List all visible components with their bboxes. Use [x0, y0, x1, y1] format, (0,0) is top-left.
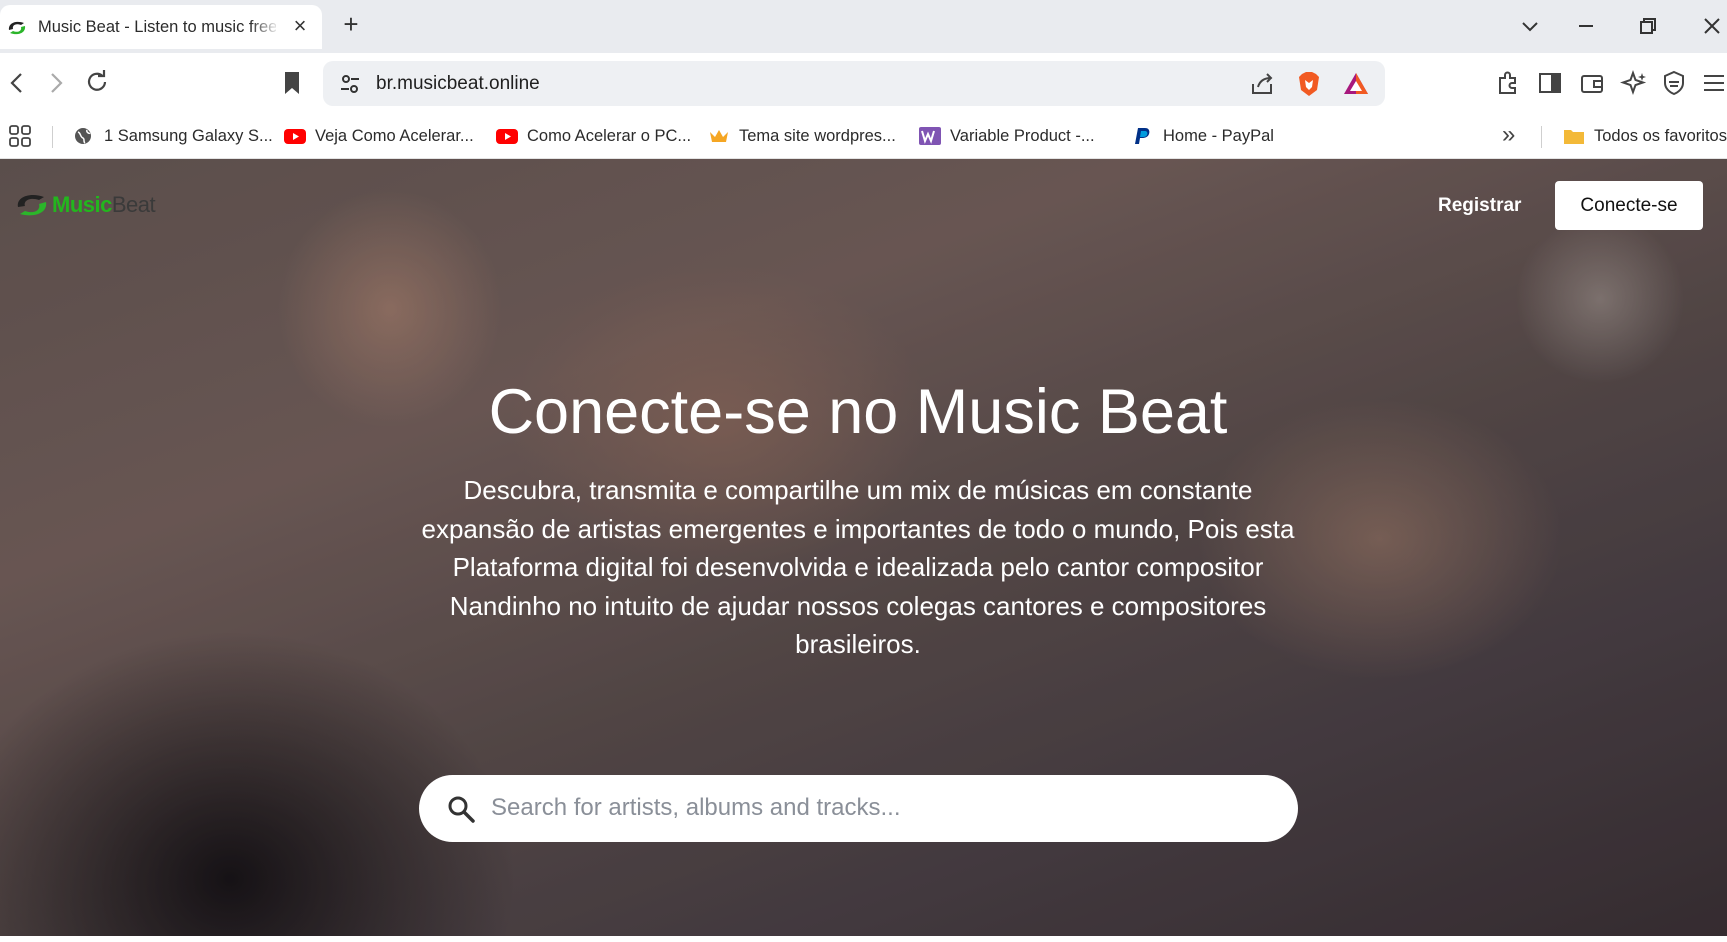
- logo-text-music: Music: [52, 192, 112, 217]
- bookmark-item[interactable]: Veja Como Acelerar...: [284, 123, 474, 149]
- tab-title: Music Beat - Listen to music free: [38, 18, 276, 36]
- connect-button[interactable]: Conecte-se: [1555, 181, 1703, 230]
- bookmark-label: Veja Como Acelerar...: [315, 126, 474, 145]
- vpn-shield-icon[interactable]: [1660, 69, 1688, 97]
- youtube-icon: [496, 129, 518, 144]
- share-icon[interactable]: [1248, 70, 1276, 98]
- hero-title: Conecte-se no Music Beat: [488, 377, 1228, 447]
- search-bar[interactable]: [419, 775, 1298, 842]
- folder-icon: [1564, 130, 1584, 144]
- restore-icon[interactable]: [1636, 14, 1660, 38]
- bookmark-item[interactable]: Home - PayPal: [1132, 123, 1274, 149]
- close-window-icon[interactable]: [1700, 14, 1724, 38]
- paypal-icon: [1135, 128, 1150, 144]
- brave-rewards-icon[interactable]: [1342, 70, 1370, 98]
- bookmarks-separator: [52, 126, 53, 148]
- music-beat-logo-icon: [17, 195, 47, 216]
- sidebar-icon[interactable]: [1536, 69, 1564, 97]
- bookmarks-bar: 1 Samsung Galaxy S... Veja Como Acelerar…: [0, 113, 1727, 159]
- extensions-icon[interactable]: [1494, 69, 1522, 97]
- bookmark-icon[interactable]: [278, 69, 306, 97]
- hero-section: Music Beat Registrar Conecte-se Conecte-…: [0, 159, 1727, 937]
- youtube-icon: [284, 129, 306, 144]
- address-bar[interactable]: br.musicbeat.online: [323, 61, 1385, 106]
- apps-grid-icon[interactable]: [8, 124, 32, 148]
- bookmark-item[interactable]: Tema site wordpres...: [708, 123, 896, 149]
- all-bookmarks-folder[interactable]: Todos os favoritos: [1563, 123, 1727, 149]
- bookmarks-separator: [1541, 126, 1542, 148]
- browser-tab-active[interactable]: Music Beat - Listen to music free ×: [0, 5, 322, 49]
- bookmark-label: Como Acelerar o PC...: [527, 126, 692, 145]
- bookmark-item[interactable]: Como Acelerar o PC...: [496, 123, 691, 149]
- site-logo[interactable]: Music Beat: [14, 189, 156, 221]
- minimize-icon[interactable]: [1574, 14, 1598, 38]
- bookmark-item[interactable]: Variable Product -...: [919, 123, 1095, 149]
- bookmark-item[interactable]: 1 Samsung Galaxy S...: [73, 123, 273, 149]
- wallet-icon[interactable]: [1578, 69, 1606, 97]
- menu-icon[interactable]: [1700, 69, 1727, 97]
- bookmark-label: Variable Product -...: [950, 126, 1095, 145]
- reload-icon[interactable]: [83, 68, 111, 96]
- browser-toolbar: br.musicbeat.online: [0, 53, 1727, 113]
- brave-shields-icon[interactable]: [1295, 70, 1323, 98]
- close-tab-icon[interactable]: ×: [289, 15, 311, 37]
- tab-search-chevron-icon[interactable]: [1518, 14, 1542, 38]
- new-tab-icon[interactable]: +: [338, 11, 364, 38]
- page-bottom-strip: [0, 936, 1727, 942]
- register-link[interactable]: Registrar: [1438, 195, 1521, 217]
- woocommerce-icon: [919, 127, 941, 145]
- bookmark-label: 1 Samsung Galaxy S...: [104, 126, 273, 145]
- tab-title-fade: [250, 13, 280, 43]
- bookmark-label: Home - PayPal: [1163, 126, 1274, 145]
- leo-ai-icon[interactable]: [1620, 69, 1648, 97]
- site-settings-icon[interactable]: [336, 70, 364, 98]
- logo-text-beat: Beat: [111, 192, 156, 217]
- bookmark-label: Tema site wordpres...: [739, 126, 896, 145]
- tab-strip: Music Beat - Listen to music free × +: [0, 0, 1727, 53]
- forward-icon[interactable]: [42, 69, 70, 97]
- music-beat-favicon: [8, 21, 26, 35]
- url-text[interactable]: br.musicbeat.online: [376, 73, 540, 95]
- bookmarks-overflow-chevron-icon[interactable]: »: [1502, 121, 1515, 149]
- back-icon[interactable]: [3, 69, 31, 97]
- all-bookmarks-label: Todos os favoritos: [1594, 126, 1727, 145]
- search-icon: [448, 796, 475, 823]
- search-input[interactable]: [491, 788, 1271, 828]
- globe-icon: [75, 128, 91, 144]
- crown-icon: [710, 130, 728, 142]
- hero-description: Descubra, transmita e compartilhe um mix…: [421, 475, 1295, 659]
